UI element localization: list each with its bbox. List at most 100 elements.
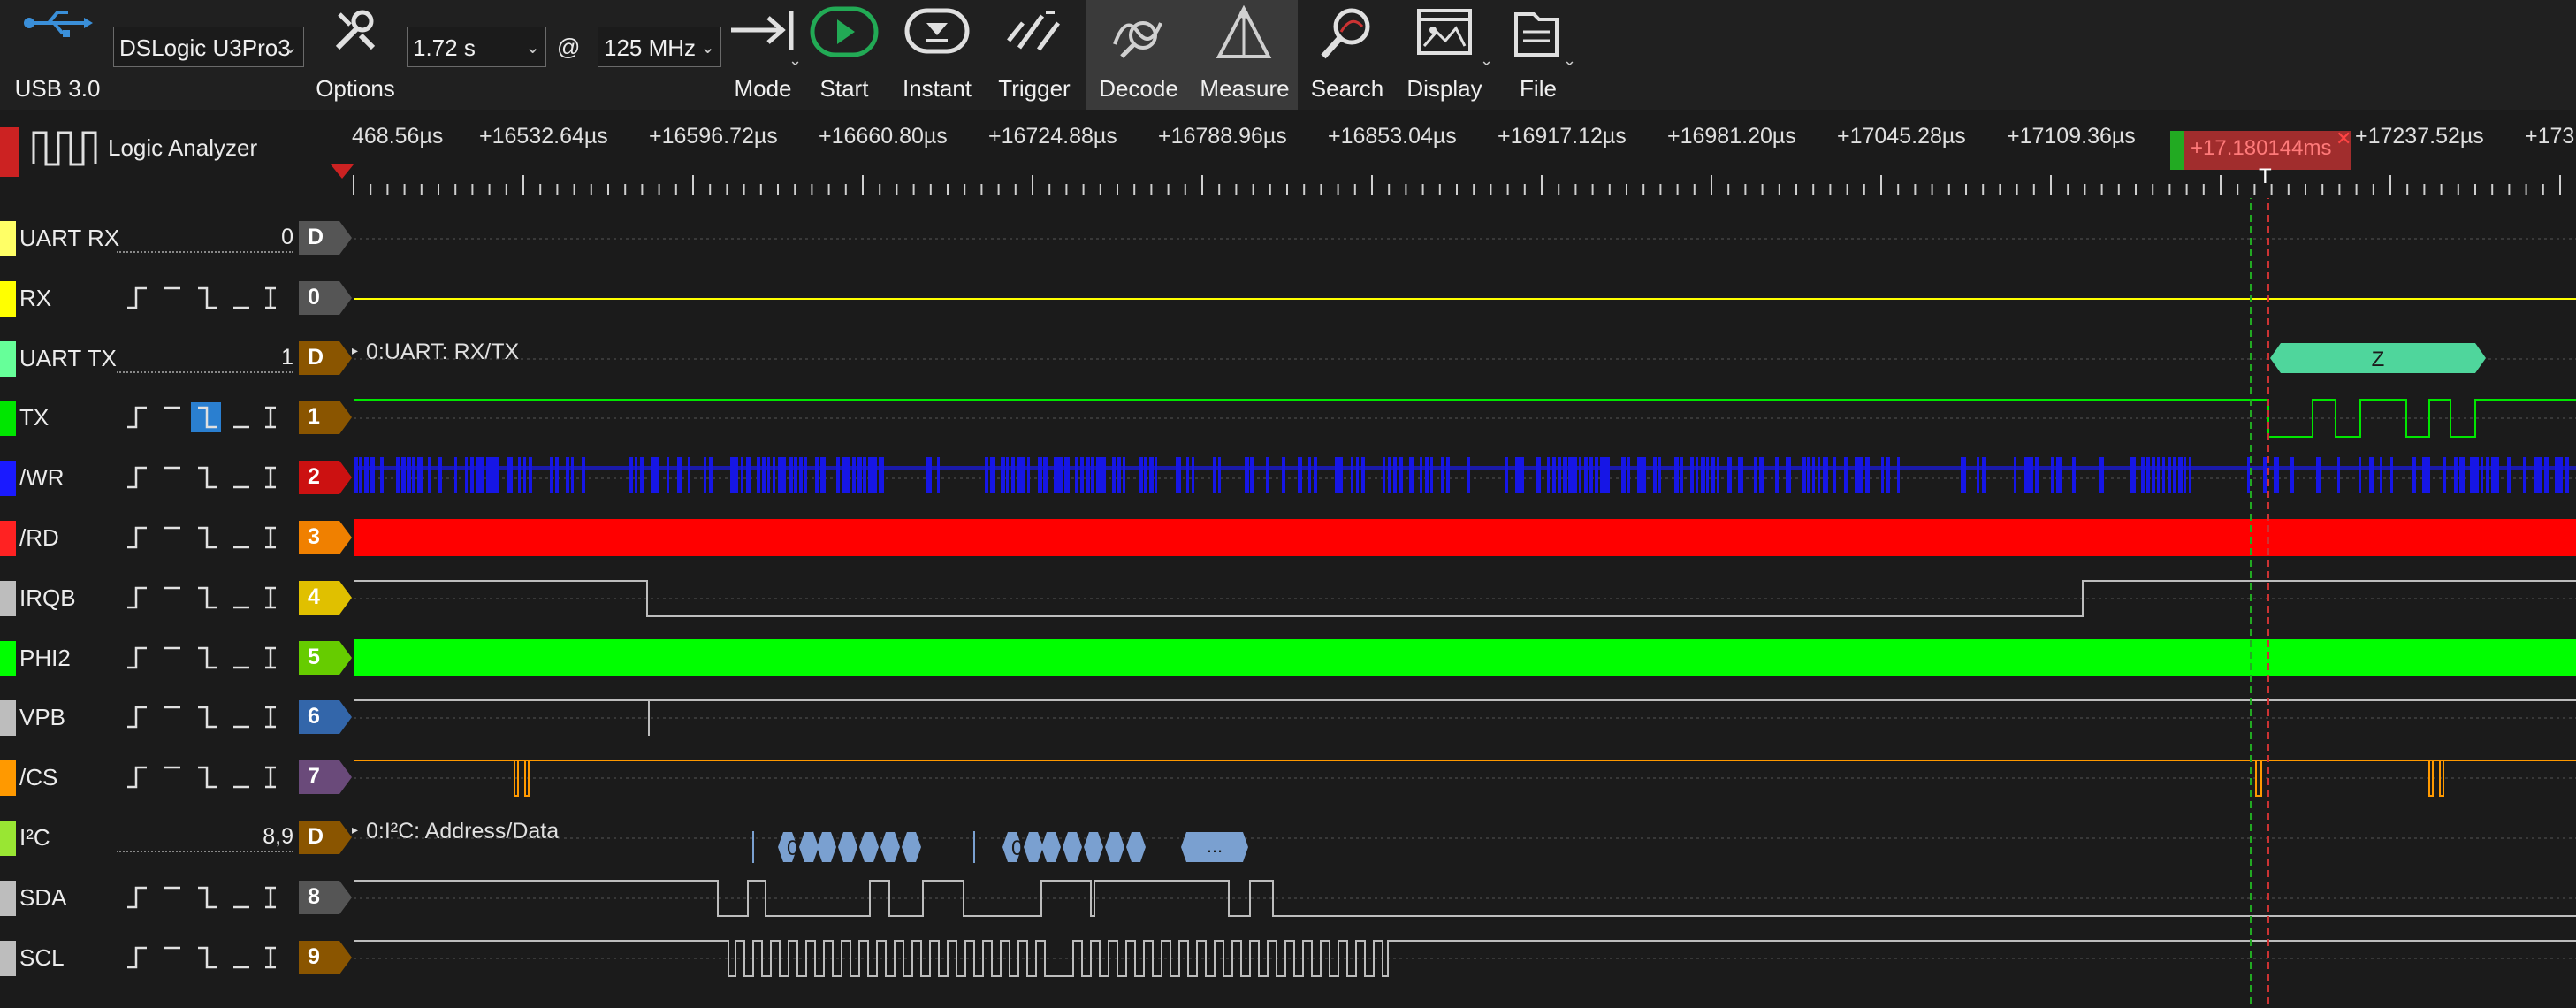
waveform-wr-pulse	[2152, 457, 2155, 493]
waveform-wr-pulse	[767, 457, 770, 493]
waveform-wr-pulse	[1547, 457, 1550, 493]
search-button[interactable]: Search	[1303, 0, 1391, 110]
waveform-wr-pulse	[2051, 457, 2054, 493]
ruler-label: +16853.04µs	[1328, 124, 1457, 149]
waveform-wr-pulse	[635, 457, 637, 493]
chevron-down-icon: ⌄	[789, 51, 803, 69]
waveform-wr-pulse	[2443, 457, 2446, 493]
waveform-wr-pulse	[990, 457, 995, 493]
chevron-down-icon: ⌄	[525, 38, 540, 57]
waveform-wr-pulse	[868, 457, 873, 493]
waveform-wr-pulse	[555, 457, 559, 493]
waveform-wr-pulse	[937, 457, 940, 493]
waveform-wr-pulse	[773, 457, 775, 493]
waveform-wr-pulse	[2146, 457, 2150, 493]
waveform-cs-pulse	[2255, 760, 2262, 797]
decode-button[interactable]: Decode	[1087, 0, 1190, 110]
waveform-wr-pulse	[571, 457, 574, 493]
waveform-wr-pulse	[1176, 457, 1181, 493]
cursor-marker-green[interactable]	[2170, 131, 2184, 170]
waveform-wr-pulse	[2565, 457, 2569, 493]
waveform-wr-pulse	[2173, 457, 2176, 493]
waveform-wr-pulse	[486, 457, 492, 493]
device-select[interactable]: DSLogic U3Pro3 ⌄	[113, 27, 304, 67]
waveform-wr-pulse	[412, 457, 415, 493]
waveform-wr-pulse	[470, 457, 474, 493]
waveform-wr-pulse	[1101, 457, 1106, 493]
waveform-wr-pulse	[640, 457, 644, 493]
duration-value: 1.72 s	[413, 34, 476, 61]
ruler-label: +16724.88µs	[988, 124, 1117, 149]
i2c-first-byte: 0	[787, 836, 798, 860]
waveform-wr-pulse	[1574, 457, 1577, 493]
waveform-wr-pulse	[1213, 457, 1216, 493]
i2c-decoded-byte	[1063, 832, 1082, 862]
waveform-area[interactable]: Z 0 0...	[0, 198, 2576, 1008]
waveform-wr-pulse	[783, 457, 786, 493]
waveform-cs-pulse	[2428, 760, 2434, 797]
waveform-wr-pulse	[1865, 457, 1870, 493]
waveform-wr-pulse	[1399, 457, 1403, 493]
measure-button[interactable]: Measure	[1193, 0, 1296, 110]
waveform-wr-pulse	[476, 457, 481, 493]
options-button[interactable]: Options	[309, 0, 401, 110]
waveform-wr-pulse	[794, 457, 797, 493]
search-icon	[1321, 8, 1370, 59]
start-button[interactable]: Start	[804, 0, 884, 110]
i2c-decoded-byte	[1126, 832, 1146, 862]
close-icon[interactable]: ✕	[2336, 127, 2351, 150]
waveform-wr-pulse	[2496, 457, 2499, 493]
waveform-wr-pulse	[1812, 457, 1815, 493]
waveform-wr-pulse	[2290, 457, 2294, 493]
waveform-wr-pulse	[1823, 457, 1828, 493]
waveform-wr-pulse	[1038, 457, 1042, 493]
waveform-wr-pulse	[709, 457, 713, 493]
trigger-button[interactable]: Trigger	[990, 0, 1078, 110]
waveform-wr-pulse	[1123, 457, 1125, 493]
waveform-wr-pulse	[454, 457, 457, 493]
waveform-wr-pulse	[2014, 457, 2016, 493]
waveform-wr-pulse	[1717, 457, 1719, 493]
waveform-wr-pulse	[1886, 457, 1890, 493]
device-name: DSLogic U3Pro3	[119, 34, 291, 61]
waveform-wr-pulse	[1054, 457, 1059, 493]
waveform-wr-pulse	[1420, 457, 1422, 493]
file-icon	[1514, 12, 1559, 57]
display-button[interactable]: Display	[1400, 0, 1489, 110]
waveform-wr-pulse	[1775, 457, 1779, 493]
waveform-wr-pulse	[359, 457, 362, 493]
waveform-wr-pulse	[2454, 457, 2458, 493]
waveform-wr-pulse	[582, 457, 585, 493]
waveform-wr-pulse	[1520, 457, 1524, 493]
samplerate-select[interactable]: 125 MHz ⌄	[598, 27, 721, 67]
waveform-wr-pulse	[1600, 457, 1605, 493]
cursor-value: +17.180144ms	[2191, 136, 2332, 160]
waveform-wr-pulse	[396, 457, 400, 493]
waveform-wr-pulse	[1833, 457, 1836, 493]
ruler-label: 468.56µs	[352, 124, 444, 149]
chevron-down-icon: ⌄	[283, 38, 298, 57]
instant-icon	[904, 8, 970, 54]
waveform-wr-pulse	[2380, 457, 2382, 493]
usb-icon	[24, 11, 93, 37]
waveform-wr-pulse	[1982, 457, 1986, 493]
waveform-wr-pulse	[2475, 457, 2479, 493]
waveform-wr-pulse	[863, 457, 866, 493]
waveform-wr-pulse	[2560, 457, 2563, 493]
ruler-label: +17109.36µs	[2007, 124, 2136, 149]
waveform-wr-pulse	[1282, 457, 1285, 493]
waveform-wr-pulse	[1017, 457, 1022, 493]
waveform-wr-pulse	[757, 457, 760, 493]
start-play-icon	[810, 6, 879, 57]
duration-select[interactable]: 1.72 s ⌄	[407, 27, 546, 67]
waveform-wr-pulse	[688, 457, 690, 493]
waveform-wr-pulse	[2459, 457, 2465, 493]
i2c-decoded-byte	[880, 832, 900, 862]
waveform-wr-pulse	[1430, 457, 1433, 493]
ruler-label: +16917.12µs	[1498, 124, 1627, 149]
waveform-wr-pulse	[926, 457, 932, 493]
waveform-wr-pulse	[550, 457, 553, 493]
waveform-wr-pulse	[704, 457, 706, 493]
mode-label: Mode	[734, 75, 792, 102]
instant-button[interactable]: Instant	[893, 0, 981, 110]
